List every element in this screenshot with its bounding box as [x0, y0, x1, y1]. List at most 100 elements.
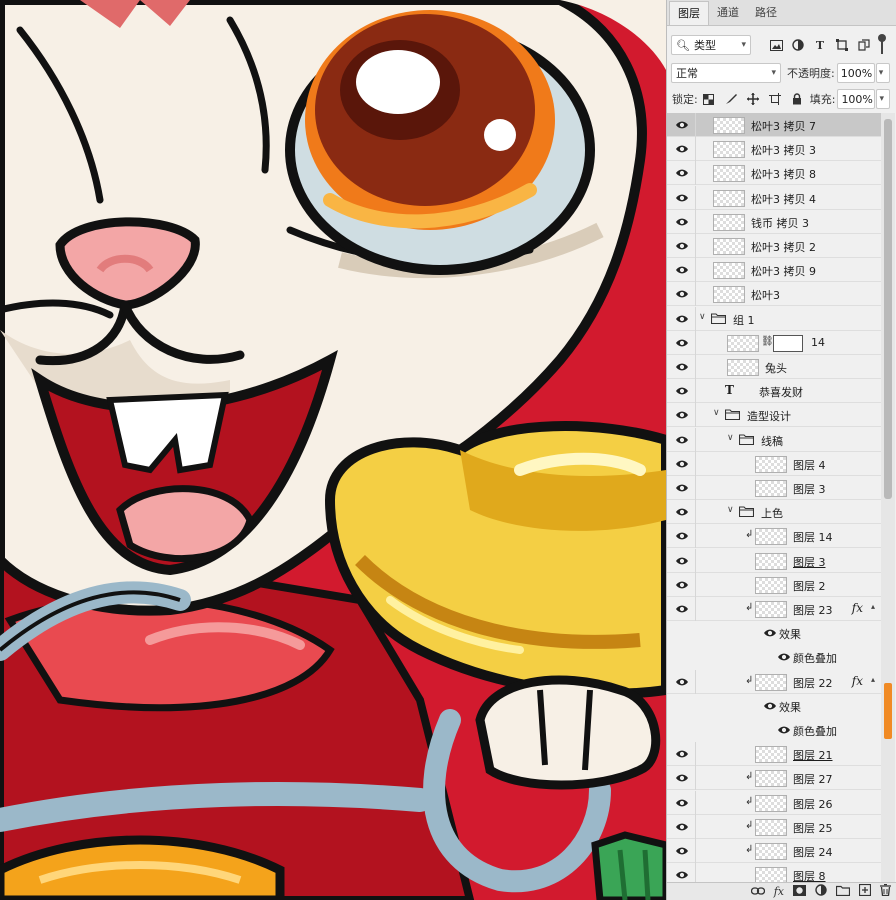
layer-row[interactable]: 钱币 拷贝 3: [667, 209, 881, 234]
visibility-eye-icon[interactable]: [675, 845, 689, 857]
layer-row[interactable]: 图层 3: [667, 476, 881, 500]
tab-layers[interactable]: 图层: [669, 1, 709, 25]
lock-transparent-icon[interactable]: [702, 92, 716, 106]
link-icon[interactable]: [750, 885, 765, 898]
adjustment-filter-icon[interactable]: [791, 38, 805, 52]
lock-position-icon[interactable]: [746, 92, 760, 106]
layer-row[interactable]: 松叶3 拷贝 4: [667, 185, 881, 210]
layer-effects-fx-icon[interactable]: fx: [852, 601, 863, 615]
lock-artboard-icon[interactable]: [768, 92, 782, 106]
visibility-eye-icon[interactable]: [675, 555, 689, 567]
layer-row[interactable]: ↲ 图层 27: [667, 766, 881, 791]
scrollbar-thumb[interactable]: [884, 119, 892, 499]
fill-input[interactable]: 100%: [837, 89, 876, 109]
opacity-input[interactable]: 100%: [836, 63, 875, 83]
opacity-dropdown[interactable]: ▾: [875, 63, 890, 83]
visibility-eye-icon[interactable]: [675, 434, 689, 446]
layer-row[interactable]: 图层 8: [667, 863, 881, 883]
visibility-eye-icon[interactable]: [675, 313, 689, 325]
shape-filter-icon[interactable]: [835, 38, 849, 52]
lock-all-icon[interactable]: [790, 92, 804, 106]
image-filter-icon[interactable]: [769, 38, 783, 52]
effects-collapse-arrow-icon[interactable]: ▴: [871, 602, 875, 611]
layer-row[interactable]: ∨ 线稿: [667, 427, 881, 452]
fx-icon[interactable]: fx: [774, 885, 784, 898]
visibility-eye-icon[interactable]: [675, 143, 689, 155]
visibility-eye-icon[interactable]: [675, 119, 689, 131]
group-expand-caret-icon[interactable]: ∨: [727, 433, 734, 443]
layer-row[interactable]: 松叶3: [667, 282, 881, 307]
layer-mask-thumbnail[interactable]: [773, 334, 803, 352]
new-group-icon[interactable]: [835, 885, 851, 899]
layer-row[interactable]: 松叶3 拷贝 7: [667, 113, 881, 137]
layer-row[interactable]: ↲ 图层 14: [667, 524, 881, 549]
tab-channels[interactable]: 通道: [709, 1, 747, 25]
visibility-eye-icon[interactable]: [675, 167, 689, 179]
effect-visibility-eye-icon[interactable]: [763, 700, 777, 712]
visibility-eye-icon[interactable]: [675, 603, 689, 615]
text-filter-icon[interactable]: T: [813, 38, 827, 52]
lock-paint-icon[interactable]: [724, 92, 738, 106]
layer-row[interactable]: ∨ 造型设计: [667, 403, 881, 428]
group-expand-caret-icon[interactable]: ∨: [713, 408, 720, 418]
visibility-eye-icon[interactable]: [675, 530, 689, 542]
layer-row[interactable]: ↲ 图层 23 fx ▴: [667, 597, 881, 621]
mask-link-chain-icon[interactable]: ⛓: [761, 336, 774, 347]
visibility-eye-icon[interactable]: [675, 482, 689, 494]
layer-row[interactable]: ∨ 上色: [667, 500, 881, 525]
layer-row[interactable]: 兔头: [667, 355, 881, 379]
layer-row[interactable]: 效果: [667, 694, 881, 718]
layer-row[interactable]: 图层 21: [667, 742, 881, 767]
effect-visibility-eye-icon[interactable]: [777, 724, 791, 736]
filter-kind-select[interactable]: 🔍︎ 类型 ▾: [671, 35, 751, 55]
fill-dropdown[interactable]: ▾: [876, 89, 891, 109]
visibility-eye-icon[interactable]: [675, 192, 689, 204]
visibility-eye-icon[interactable]: [675, 821, 689, 833]
mask-icon[interactable]: [793, 884, 806, 899]
tab-paths[interactable]: 路径: [747, 1, 785, 25]
blend-mode-select[interactable]: 正常 ▾: [671, 63, 781, 83]
visibility-eye-icon[interactable]: [675, 458, 689, 470]
layer-row[interactable]: 松叶3 拷贝 2: [667, 234, 881, 258]
visibility-eye-icon[interactable]: [675, 264, 689, 276]
smart-object-filter-icon[interactable]: [857, 38, 871, 52]
effect-visibility-eye-icon[interactable]: [777, 651, 791, 663]
visibility-eye-icon[interactable]: [675, 869, 689, 881]
layer-row[interactable]: 颜色叠加: [667, 645, 881, 669]
layer-row[interactable]: 松叶3 拷贝 8: [667, 161, 881, 186]
layer-row[interactable]: ↲ 图层 22 fx ▴: [667, 669, 881, 694]
layer-row[interactable]: ↲ 图层 26: [667, 790, 881, 815]
visibility-eye-icon[interactable]: [675, 772, 689, 784]
layer-row[interactable]: T 恭喜发财: [667, 379, 881, 404]
effects-collapse-arrow-icon[interactable]: ▴: [871, 675, 875, 684]
layer-row[interactable]: ↲ 图层 24: [667, 839, 881, 863]
layers-list[interactable]: 松叶3 拷贝 7 松叶3 拷贝 3 松叶3 拷贝 8 松叶3 拷贝 4 钱币 拷贝 3 松…: [667, 113, 881, 883]
layer-row[interactable]: 松叶3 拷贝 3: [667, 137, 881, 162]
visibility-eye-icon[interactable]: [675, 288, 689, 300]
visibility-eye-icon[interactable]: [675, 240, 689, 252]
layer-row[interactable]: 图层 2: [667, 572, 881, 597]
visibility-eye-icon[interactable]: [675, 409, 689, 421]
layer-row[interactable]: 图层 4: [667, 451, 881, 476]
document-canvas[interactable]: [0, 0, 666, 900]
layer-row[interactable]: ⛓ 14: [667, 330, 881, 355]
layer-row[interactable]: ∨ 组 1: [667, 306, 881, 331]
visibility-eye-icon[interactable]: [675, 337, 689, 349]
effect-visibility-eye-icon[interactable]: [763, 627, 777, 639]
filter-toggle-icon[interactable]: [878, 34, 886, 54]
visibility-eye-icon[interactable]: [675, 676, 689, 688]
layer-row[interactable]: 图层 3: [667, 548, 881, 573]
visibility-eye-icon[interactable]: [675, 361, 689, 373]
visibility-eye-icon[interactable]: [675, 797, 689, 809]
visibility-eye-icon[interactable]: [675, 748, 689, 760]
layer-effects-fx-icon[interactable]: fx: [852, 674, 863, 688]
group-expand-caret-icon[interactable]: ∨: [699, 312, 706, 322]
delete-icon[interactable]: [880, 883, 891, 899]
visibility-eye-icon[interactable]: [675, 216, 689, 228]
new-layer-icon[interactable]: [858, 883, 872, 899]
visibility-eye-icon[interactable]: [675, 506, 689, 518]
layers-scrollbar[interactable]: [881, 113, 895, 883]
adjustment-icon[interactable]: [815, 884, 827, 899]
layer-row[interactable]: 效果: [667, 621, 881, 645]
layer-row[interactable]: 松叶3 拷贝 9: [667, 258, 881, 283]
